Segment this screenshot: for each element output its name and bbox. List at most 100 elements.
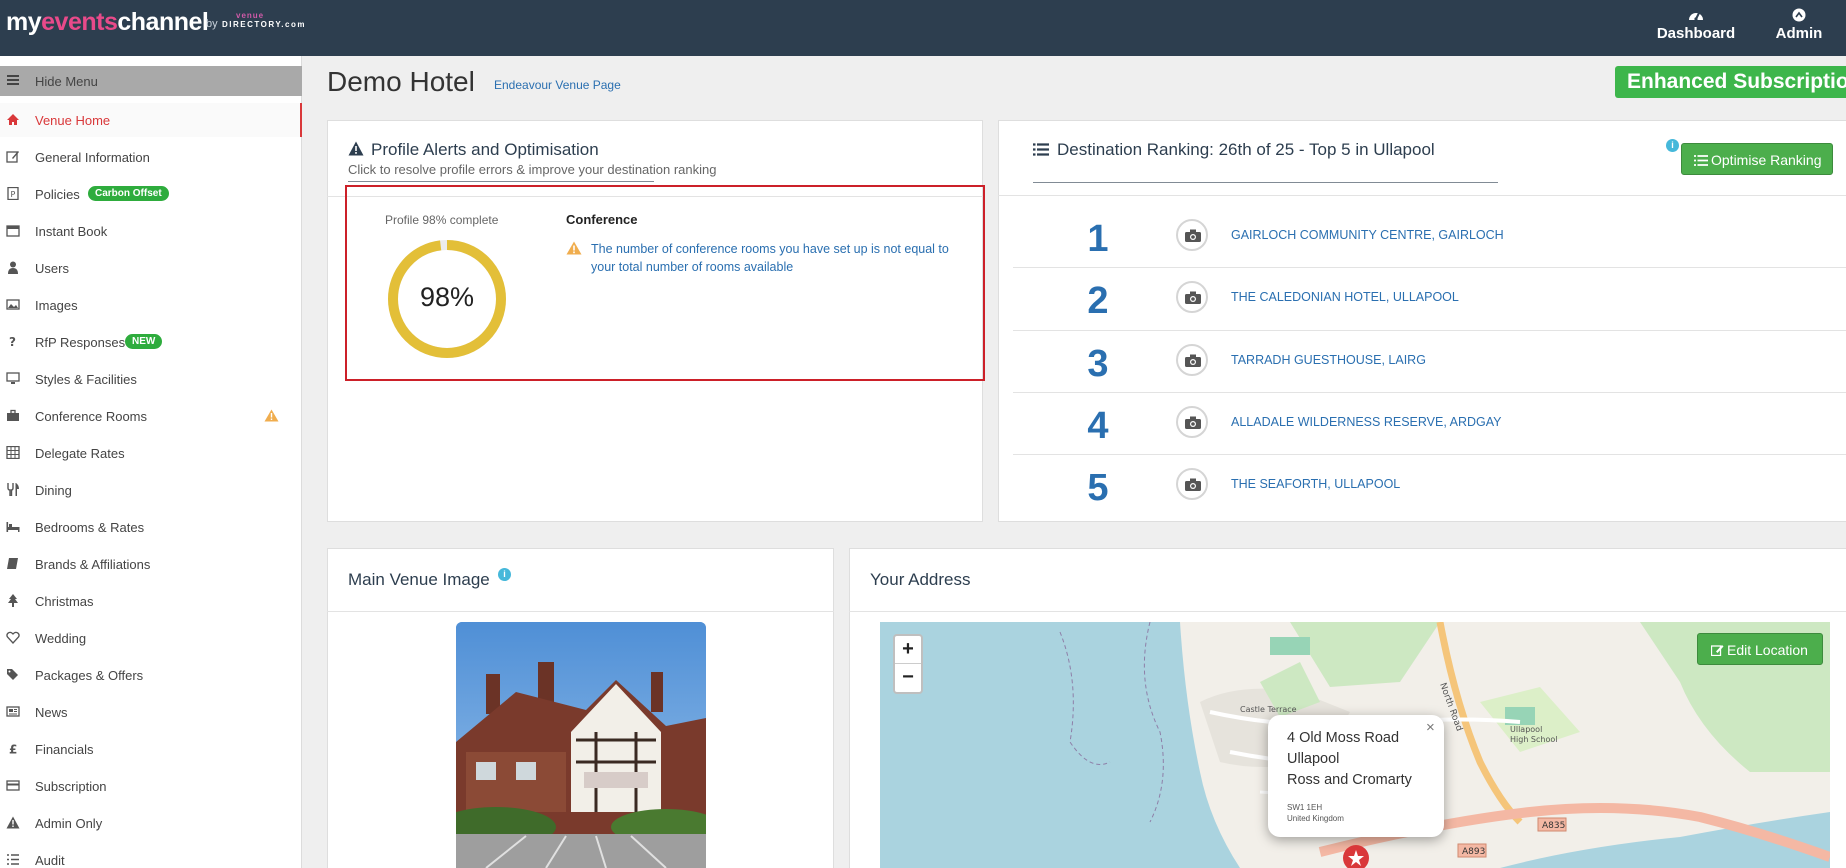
cutlery-icon	[7, 483, 19, 496]
conference-alert-message[interactable]: The number of conference rooms you have …	[591, 240, 961, 276]
sidebar-item-subscription[interactable]: Subscription	[0, 769, 302, 803]
list-icon	[7, 854, 19, 865]
sidebar-item-christmas[interactable]: Christmas	[0, 584, 302, 618]
sidebar-item-styles-facilities[interactable]: Styles & Facilities	[0, 362, 302, 396]
ranking-row[interactable]: 1 GAIRLOCH COMMUNITY CENTRE, GAIRLOCH	[1013, 206, 1846, 268]
zoom-out-button[interactable]: −	[895, 664, 921, 692]
ranked-venue-name[interactable]: ALLADALE WILDERNESS RESERVE, ARDGAY	[1231, 415, 1501, 429]
sidebar-item-conference-rooms[interactable]: Conference Rooms	[0, 399, 302, 433]
sidebar-item-label: Delegate Rates	[35, 446, 125, 461]
dashboard-nav[interactable]: Dashboard	[1656, 8, 1736, 42]
sidebar-item-rfp-responses[interactable]: ? RfP Responses NEW	[0, 325, 302, 359]
sidebar-item-users[interactable]: Users	[0, 251, 302, 285]
ranked-venue-name[interactable]: THE CALEDONIAN HOTEL, ULLAPOOL	[1231, 290, 1459, 304]
ranking-row[interactable]: 4 ALLADALE WILDERNESS RESERVE, ARDGAY	[1013, 393, 1846, 455]
hide-menu-button[interactable]: Hide Menu	[0, 66, 302, 96]
sidebar-item-instant-book[interactable]: Instant Book	[0, 214, 302, 248]
optimise-ranking-button[interactable]: Optimise Ranking	[1681, 143, 1833, 175]
svg-text:£: £	[9, 743, 17, 756]
alert-triangle-icon	[348, 141, 364, 156]
sidebar-item-label: Dining	[35, 483, 72, 498]
ranked-venue-name[interactable]: THE SEAFORTH, ULLAPOOL	[1231, 477, 1400, 491]
close-icon[interactable]: ×	[1426, 719, 1435, 736]
camera-icon	[1176, 468, 1208, 500]
address-line-2: Ullapool	[1287, 751, 1340, 767]
sidebar-item-delegate-rates[interactable]: Delegate Rates	[0, 436, 302, 470]
ranking-row[interactable]: 5 THE SEAFORTH, ULLAPOOL	[1013, 455, 1846, 517]
sidebar-item-label: General Information	[35, 150, 150, 165]
rank-number: 4	[1087, 405, 1109, 447]
admin-nav[interactable]: Admin	[1772, 8, 1826, 42]
sidebar-item-wedding[interactable]: Wedding	[0, 621, 302, 655]
sidebar-item-label: Brands & Affiliations	[35, 557, 151, 572]
list-icon	[1033, 143, 1049, 156]
warning-icon	[6, 816, 20, 829]
info-icon[interactable]: i	[1666, 139, 1679, 152]
camera-icon	[1176, 281, 1208, 313]
sidebar-item-label: Bedrooms & Rates	[35, 520, 145, 535]
sidebar-item-financials[interactable]: £ Financials	[0, 732, 302, 766]
sidebar-item-policies[interactable]: P Policies Carbon Offset	[0, 177, 302, 211]
venue-page-link[interactable]: Endeavour Venue Page	[494, 78, 621, 92]
destination-ranking-title: Destination Ranking: 26th of 25 - Top 5 …	[1057, 140, 1435, 159]
sidebar-item-venue-home[interactable]: Venue Home	[0, 103, 302, 137]
user-icon	[8, 261, 18, 274]
sidebar-item-dining[interactable]: Dining	[0, 473, 302, 507]
edit-location-label: Edit Location	[1727, 642, 1808, 658]
sidebar-item-label: Financials	[35, 742, 94, 757]
ranking-row[interactable]: 3 TARRADH GUESTHOUSE, LAIRG	[1013, 331, 1846, 393]
rank-number: 3	[1087, 343, 1109, 385]
dashboard-icon	[1689, 12, 1703, 21]
tree-icon	[8, 594, 18, 607]
title-underline	[348, 181, 654, 182]
sidebar-item-label: Packages & Offers	[35, 668, 144, 683]
heart-icon	[6, 631, 20, 644]
sidebar-item-label: Wedding	[35, 631, 87, 646]
svg-text:Ullapool: Ullapool	[1510, 725, 1542, 734]
ranking-row[interactable]: 2 THE CALEDONIAN HOTEL, ULLAPOOL	[1013, 268, 1846, 330]
camera-icon	[1176, 344, 1208, 376]
pound-icon: £	[9, 743, 17, 756]
list-icon	[1694, 155, 1708, 166]
sidebar-item-label: Audit	[35, 853, 65, 868]
venue-directory-logo: venue DIRECTORY.com	[222, 11, 306, 29]
rank-number: 2	[1087, 280, 1109, 322]
venue-photo[interactable]	[456, 622, 706, 868]
top-bar: myeventschannel by venue DIRECTORY.com D…	[0, 0, 1846, 56]
carbon-offset-badge: Carbon Offset	[88, 186, 169, 201]
info-icon[interactable]: i	[498, 568, 511, 581]
sidebar-item-audit[interactable]: Audit	[0, 843, 302, 868]
admin-icon	[1792, 8, 1806, 22]
rank-number: 5	[1087, 467, 1109, 509]
sidebar-item-news[interactable]: News	[0, 695, 302, 729]
profile-alerts-subtitle[interactable]: Click to resolve profile errors & improv…	[348, 162, 717, 177]
hamburger-icon	[7, 75, 19, 85]
zoom-in-button[interactable]: +	[895, 636, 921, 664]
sidebar-item-packages-offers[interactable]: Packages & Offers	[0, 658, 302, 692]
sidebar: Hide Menu Venue Home General Information…	[0, 56, 302, 868]
calendar-icon	[6, 225, 20, 237]
sidebar-item-images[interactable]: Images	[0, 288, 302, 322]
sidebar-item-bedrooms-rates[interactable]: Bedrooms & Rates	[0, 510, 302, 544]
map-marker-icon[interactable]	[1341, 843, 1371, 868]
sidebar-item-general-information[interactable]: General Information	[0, 140, 302, 174]
profile-alerts-title: Profile Alerts and Optimisation	[371, 140, 599, 159]
sidebar-item-label: Conference Rooms	[35, 409, 147, 424]
ranked-venue-name[interactable]: GAIRLOCH COMMUNITY CENTRE, GAIRLOCH	[1231, 228, 1504, 242]
address-popup: × 4 Old Moss Road Ullapool Ross and Crom…	[1268, 715, 1444, 837]
monitor-icon	[6, 372, 20, 384]
svg-text:High School: High School	[1510, 735, 1558, 744]
ranked-venue-name[interactable]: TARRADH GUESTHOUSE, LAIRG	[1231, 353, 1426, 367]
brand-logo[interactable]: myeventschannel	[6, 8, 209, 37]
tags-icon	[7, 669, 18, 680]
profile-progress-label: Profile 98% complete	[385, 213, 499, 227]
warning-icon	[264, 409, 279, 422]
sidebar-item-label: Subscription	[35, 779, 107, 794]
hide-menu-label: Hide Menu	[35, 74, 98, 89]
sidebar-item-label: Images	[35, 298, 78, 313]
sidebar-item-brands-affiliations[interactable]: Brands & Affiliations	[0, 547, 302, 581]
profile-progress-value: 98%	[419, 282, 475, 312]
book-icon	[7, 558, 18, 569]
sidebar-item-admin-only[interactable]: Admin Only	[0, 806, 302, 840]
edit-location-button[interactable]: Edit Location	[1697, 633, 1823, 665]
